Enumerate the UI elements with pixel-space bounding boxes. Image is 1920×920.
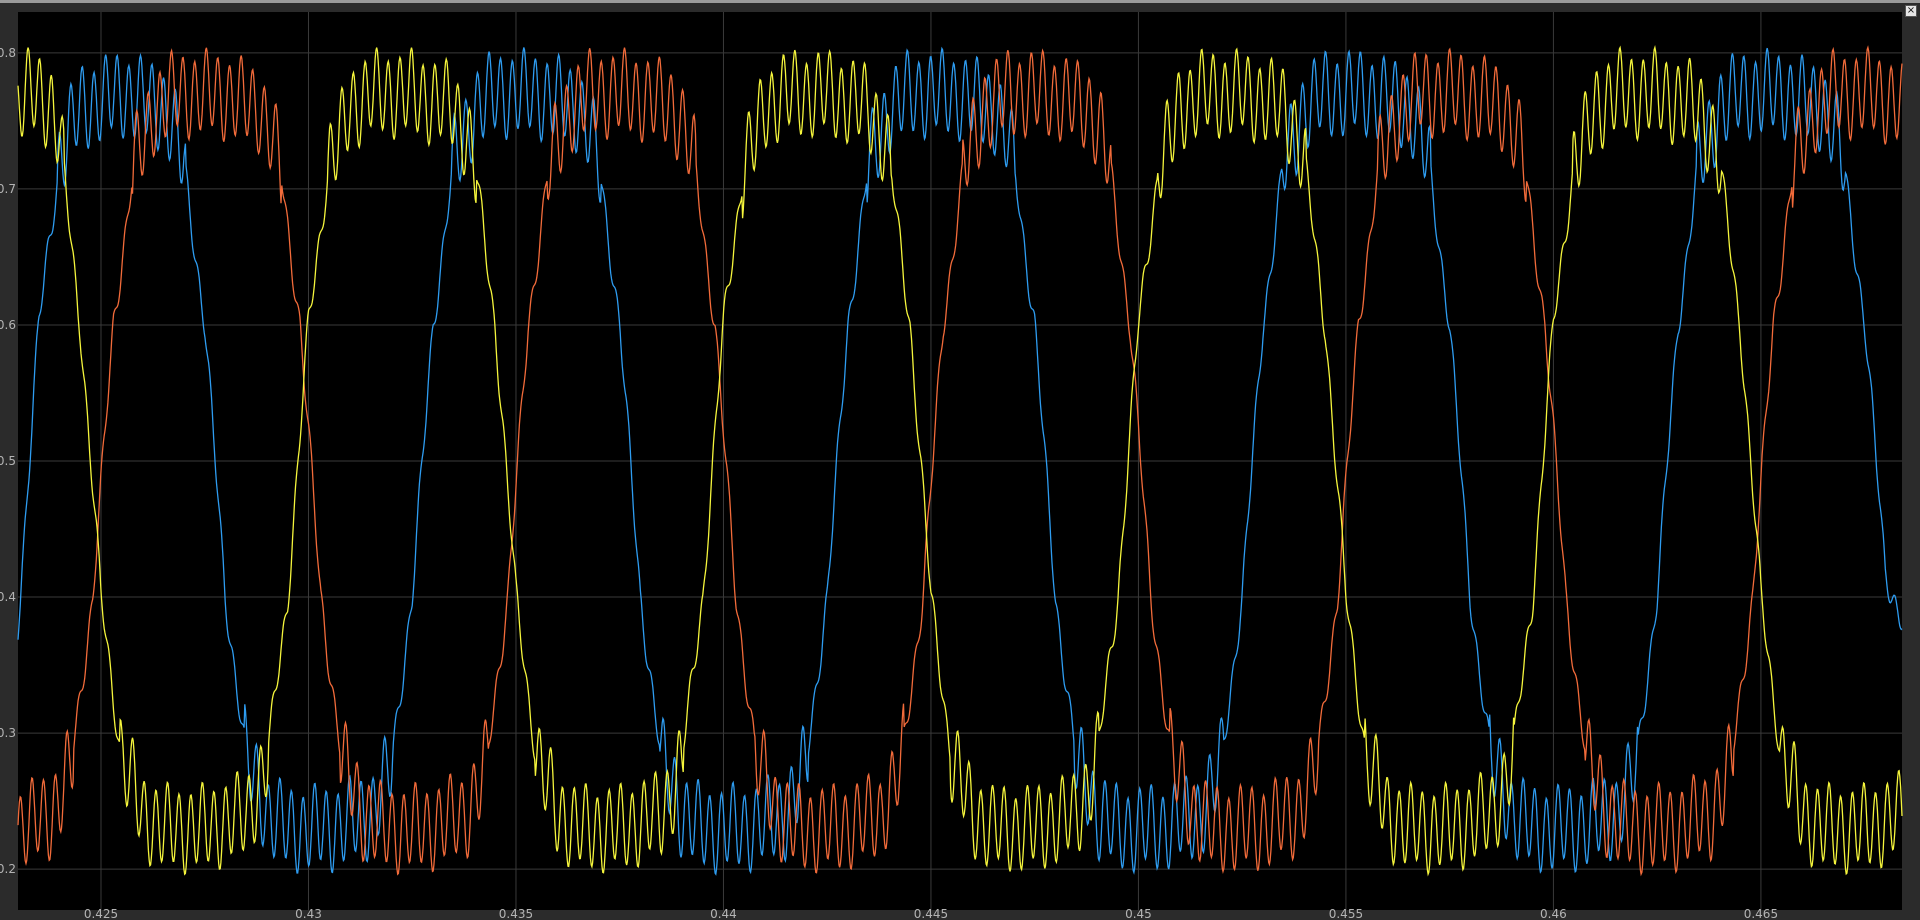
y-tick-label: 0.4 — [0, 590, 16, 604]
y-tick-label: 0.7 — [0, 182, 16, 196]
x-tick-label: 0.44 — [710, 907, 737, 920]
x-tick-label: 0.46 — [1540, 907, 1567, 920]
y-tick-label: 0.3 — [0, 726, 16, 740]
waveform-plot: 0.425 0.43 0.435 0.44 0.445 0.45 0.455 0.46 0.46… — [0, 12, 1903, 920]
y-tick-label: 0.5 — [0, 454, 16, 468]
x-tick-label: 0.43 — [295, 907, 322, 920]
y-tick-label: 0.2 — [0, 862, 16, 876]
x-tick-label: 0.425 — [84, 907, 118, 920]
y-tick-label: 0.8 — [0, 46, 16, 60]
x-tick-label: 0.455 — [1329, 907, 1363, 920]
x-tick-label: 0.45 — [1125, 907, 1152, 920]
x-tick-label: 0.435 — [499, 907, 533, 920]
y-tick-label: 0.6 — [0, 318, 16, 332]
x-tick-label: 0.465 — [1744, 907, 1778, 920]
x-tick-label: 0.445 — [914, 907, 948, 920]
